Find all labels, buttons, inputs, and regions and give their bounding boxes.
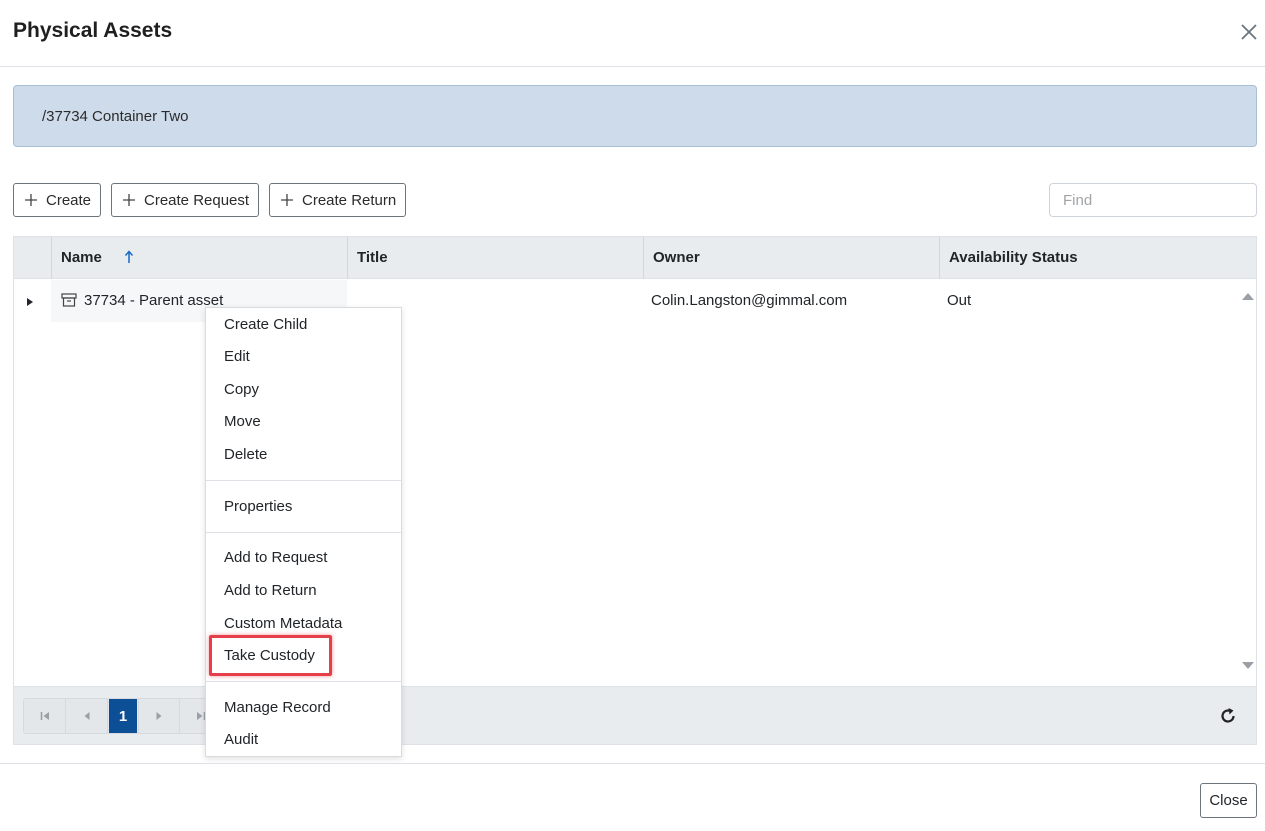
scroll-up-arrow-icon[interactable] (1241, 292, 1255, 301)
dialog-header: Physical Assets (0, 0, 1265, 67)
row-name: 37734 - Parent asset (84, 292, 224, 309)
expand-caret-icon[interactable] (26, 297, 34, 307)
page-number-current[interactable]: 1 (109, 699, 137, 733)
menu-item-take-custody[interactable]: Take Custody (206, 641, 401, 671)
close-button[interactable]: Close (1200, 783, 1257, 818)
vertical-scrollbar[interactable] (1240, 280, 1256, 686)
create-request-button[interactable]: Create Request (111, 183, 260, 217)
menu-item-delete[interactable]: Delete (206, 440, 401, 470)
sort-ascending-icon (124, 250, 134, 263)
create-button[interactable]: Create (13, 183, 102, 217)
pager-controls: 1 (23, 698, 223, 734)
column-header-name-label: Name (61, 249, 102, 266)
column-header-owner-label: Owner (653, 249, 700, 266)
plus-icon (25, 194, 37, 206)
column-header-title-label: Title (357, 249, 388, 266)
menu-item-edit[interactable]: Edit (206, 342, 401, 372)
menu-item-add-to-return[interactable]: Add to Return (206, 576, 401, 606)
first-page-button[interactable] (24, 699, 66, 733)
menu-item-properties[interactable]: Properties (206, 492, 401, 522)
create-return-button-label: Create Return (302, 191, 397, 209)
column-header-availability-status[interactable]: Availability Status (939, 237, 1256, 279)
menu-divider (206, 480, 401, 481)
menu-item-add-to-request[interactable]: Add to Request (206, 543, 401, 573)
menu-divider (206, 681, 401, 682)
column-header-availability-status-label: Availability Status (949, 249, 1078, 266)
create-return-button[interactable]: Create Return (269, 183, 407, 217)
create-request-button-label: Create Request (144, 191, 250, 209)
menu-item-copy[interactable]: Copy (206, 375, 401, 405)
context-menu: Create Child Edit Copy Move Delete Prope… (205, 307, 402, 757)
next-page-button[interactable] (138, 699, 180, 733)
menu-item-move[interactable]: Move (206, 407, 401, 437)
grid-header: Name Title Owner Availability Status (14, 237, 1256, 279)
archive-box-icon (61, 293, 77, 307)
create-button-label: Create (46, 191, 92, 209)
next-page-icon (156, 712, 162, 720)
refresh-icon[interactable] (1218, 706, 1238, 726)
dialog-footer: Close (0, 763, 1265, 831)
pager: 1 (14, 686, 1256, 744)
find-input[interactable] (1049, 183, 1257, 217)
previous-page-button[interactable] (66, 699, 108, 733)
dialog-title: Physical Assets (13, 19, 173, 42)
path-banner: /37734 Container Two (13, 85, 1257, 147)
column-header-title[interactable]: Title (347, 237, 643, 279)
table-row[interactable]: 37734 - Parent asset Colin.Langston@gimm… (14, 280, 1240, 322)
path-text: /37734 Container Two (42, 108, 189, 125)
menu-item-manage-record[interactable]: Manage Record (206, 693, 401, 723)
menu-item-audit[interactable]: Audit (206, 725, 401, 755)
plus-icon (281, 194, 293, 206)
column-header-owner[interactable]: Owner (643, 237, 939, 279)
column-header-name[interactable]: Name (51, 237, 347, 279)
row-availability-status: Out (947, 292, 972, 309)
row-owner: Colin.Langston@gimmal.com (651, 292, 848, 309)
assets-grid: Name Title Owner Availability Status 377… (13, 236, 1257, 745)
close-x-icon[interactable] (1239, 22, 1259, 42)
menu-divider (206, 532, 401, 533)
previous-page-icon (84, 712, 89, 720)
scroll-down-arrow-icon[interactable] (1241, 661, 1255, 670)
menu-item-create-child[interactable]: Create Child (206, 310, 401, 340)
first-page-icon (40, 712, 49, 720)
menu-item-custom-metadata[interactable]: Custom Metadata (206, 609, 401, 639)
plus-icon (123, 194, 135, 206)
